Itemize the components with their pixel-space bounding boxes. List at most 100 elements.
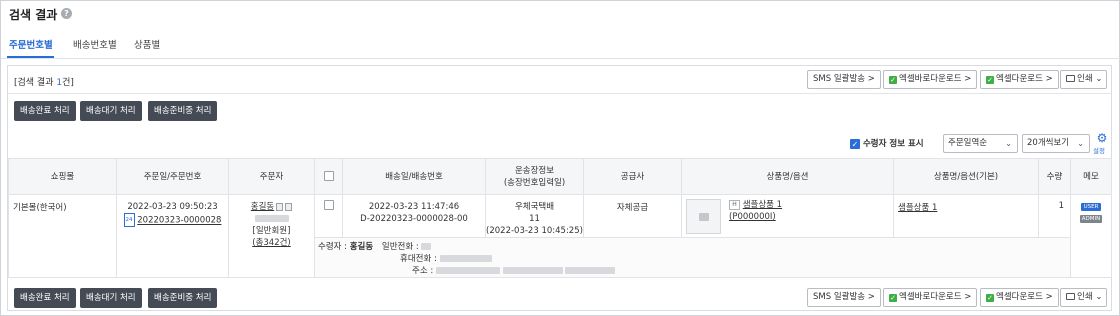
carrier: 우체국택배: [514, 202, 555, 212]
col-product-option: 상품명/옵션: [681, 158, 894, 195]
table-header-row: 쇼핑몰 주문일/주문번호 주문자 배송일/배송번호 운송장정보 (송장번호입력일…: [8, 158, 1112, 195]
excel-icon: ✓: [986, 76, 994, 84]
masked-address-part: [502, 267, 563, 274]
excel-download-button[interactable]: ✓ 엑셀다운로드 >: [980, 70, 1059, 89]
page-size-select[interactable]: 20개씩보기 ⌄: [1022, 134, 1090, 153]
show-recipient-checkbox[interactable]: ✓: [850, 138, 860, 149]
cell-mall: 기본몰(한국어): [8, 194, 117, 278]
options-row: ✓ 수령자 정보 표시 주문일역순 ⌄ 20개씩보기 ⌄: [8, 132, 1111, 158]
tab-by-product[interactable]: 상품별: [134, 37, 160, 51]
ship-preparing-button-bottom[interactable]: 배송준비중 처리: [148, 288, 218, 308]
cell-supplier: 자체공급: [583, 194, 682, 238]
select-all-checkbox[interactable]: [323, 171, 334, 181]
ship-preparing-button[interactable]: 배송준비중 처리: [148, 101, 218, 121]
product-thumbnail[interactable]: [686, 199, 721, 234]
sms-bulk-button-bottom[interactable]: SMS 일괄발송 >: [807, 288, 881, 307]
tracking-number: 11: [529, 214, 540, 224]
masked-phone: [421, 243, 432, 250]
masked-orderer-id: [254, 215, 289, 222]
orderer-name-link[interactable]: 홍길동: [251, 202, 274, 212]
product-code-link[interactable]: (P000000I): [729, 211, 782, 223]
ship-wait-button[interactable]: 배송대기 처리: [80, 101, 142, 121]
result-count: [검색 결과 1건]: [14, 78, 74, 88]
window: 검색 결과 ? 주문번호별 배송번호별 상품별 [검색 결과 1건] SMS 일…: [0, 0, 1120, 316]
print-button[interactable]: 인쇄 ⌄: [1060, 70, 1107, 89]
user-memo-tag[interactable]: USER: [1080, 203, 1102, 211]
memo-icon[interactable]: [276, 202, 284, 211]
table-row: 기본몰(한국어) 2022-03-23 09:50:23 24 20220323…: [8, 194, 1112, 278]
col-tracking-info: 운송장정보 (송장번호입력일): [485, 158, 584, 195]
cell-quantity: 1: [1038, 194, 1071, 238]
excel-icon: ✓: [986, 294, 994, 302]
tab-bar: 주문번호별 배송번호별 상품별: [1, 29, 1120, 59]
ship-number: D-20220323-0000028-00: [360, 214, 468, 224]
cell-orderer: 홍길동 [일반회원] (총342건): [228, 194, 315, 278]
tracking-date: (2022-03-23 10:45:25): [486, 226, 583, 236]
cell-product: H 샘플상품 1 (P000000I): [681, 194, 894, 238]
tab-by-shipping-number[interactable]: 배송번호별: [73, 37, 117, 51]
orders-table: 쇼핑몰 주문일/주문번호 주문자 배송일/배송번호 운송장정보 (송장번호입력일…: [8, 158, 1112, 278]
masked-address-part: [435, 267, 500, 274]
product-type-badge: H: [729, 199, 740, 210]
masked-address-part: [565, 267, 616, 274]
excel-download-button-bottom[interactable]: ✓ 엑셀다운로드 >: [980, 288, 1059, 307]
tab-by-order-number[interactable]: 주문번호별: [9, 37, 53, 51]
ship-complete-button[interactable]: 배송완료 처리: [14, 101, 76, 121]
col-supplier: 공급사: [583, 158, 682, 195]
excel-icon: ✓: [889, 76, 897, 84]
col-ship-date-number: 배송일/배송번호: [342, 158, 486, 195]
ship-wait-button-bottom[interactable]: 배송대기 처리: [80, 288, 142, 308]
mobile-label: 휴대전화 :: [400, 254, 437, 264]
product-base-link[interactable]: 샘플상품 1: [898, 203, 937, 213]
cell-tracking: 우체국택배 11 (2022-03-23 10:45:25): [485, 194, 584, 238]
page-title: 검색 결과: [9, 8, 58, 22]
col-orderer: 주문자: [228, 158, 315, 195]
sms-bulk-button[interactable]: SMS 일괄발송 >: [807, 70, 881, 89]
mail-icon[interactable]: [285, 202, 293, 211]
results-panel: [검색 결과 1건] SMS 일괄발송 > ✓ 엑셀바로다운로드 > ✓ 엑셀다운로…: [7, 65, 1112, 311]
active-tab-indicator: [7, 56, 54, 58]
row-checkbox[interactable]: [323, 200, 334, 210]
excel-direct-download-button-bottom[interactable]: ✓ 엑셀바로다운로드 >: [883, 288, 978, 307]
sort-select[interactable]: 주문일역순 ⌄: [943, 134, 1018, 153]
order-count-link[interactable]: (총342건): [229, 237, 314, 249]
printer-icon: [1066, 75, 1075, 82]
col-quantity: 수량: [1038, 158, 1071, 195]
order-date: 2022-03-23 09:50:23: [127, 202, 218, 212]
cell-row-select: [314, 194, 343, 238]
cell-recipient: 수령자 : 홍길동 일반전화 : 휴대전화 : 주소 :: [314, 237, 1071, 278]
excel-direct-download-button[interactable]: ✓ 엑셀바로다운로드 >: [883, 70, 978, 89]
col-product-option-base: 상품명/옵션(기본): [893, 158, 1039, 195]
gear-icon[interactable]: ⚙: [1095, 132, 1109, 144]
admin-memo-tag[interactable]: ADMIN: [1079, 215, 1103, 223]
col-select-all: [314, 158, 343, 195]
ship-complete-button-bottom[interactable]: 배송완료 처리: [14, 288, 76, 308]
masked-mobile: [439, 255, 492, 262]
chevron-down-icon: ⌄: [1095, 292, 1103, 302]
order-number-link[interactable]: 20220323-0000028: [137, 216, 221, 226]
excel-icon: ✓: [889, 294, 897, 302]
recipient-label: 수령자 :: [318, 242, 348, 252]
cell-memo: USER ADMIN: [1070, 194, 1112, 278]
col-mall: 쇼핑몰: [8, 158, 117, 195]
recipient-name: 홍길동: [349, 242, 374, 252]
col-order-date-number: 주문일/주문번호: [116, 158, 229, 195]
settings-label[interactable]: 설정: [1093, 145, 1105, 155]
cell-product-base: 샘플상품 1: [893, 194, 1039, 238]
cell-shipping: 2022-03-23 11:47:46 D-20220323-0000028-0…: [342, 194, 486, 238]
camera-icon: [699, 213, 709, 221]
phone-label: 일반전화 :: [381, 242, 419, 252]
divider: [8, 93, 1111, 94]
member-type: [일반회원]: [252, 226, 291, 236]
address-label: 주소 :: [412, 266, 434, 276]
chevron-down-icon: ⌄: [1077, 139, 1084, 148]
mobile-order-badge: 24: [123, 213, 135, 227]
help-icon[interactable]: ?: [61, 8, 72, 19]
col-memo: 메모: [1070, 158, 1112, 195]
ship-date: 2022-03-23 11:47:46: [368, 202, 460, 212]
printer-icon: [1066, 293, 1075, 300]
product-name-link[interactable]: 샘플상품 1: [743, 200, 782, 210]
chevron-down-icon: ⌄: [1095, 74, 1103, 84]
print-button-bottom[interactable]: 인쇄 ⌄: [1060, 288, 1107, 307]
show-recipient-toggle[interactable]: ✓ 수령자 정보 표시: [850, 137, 924, 149]
